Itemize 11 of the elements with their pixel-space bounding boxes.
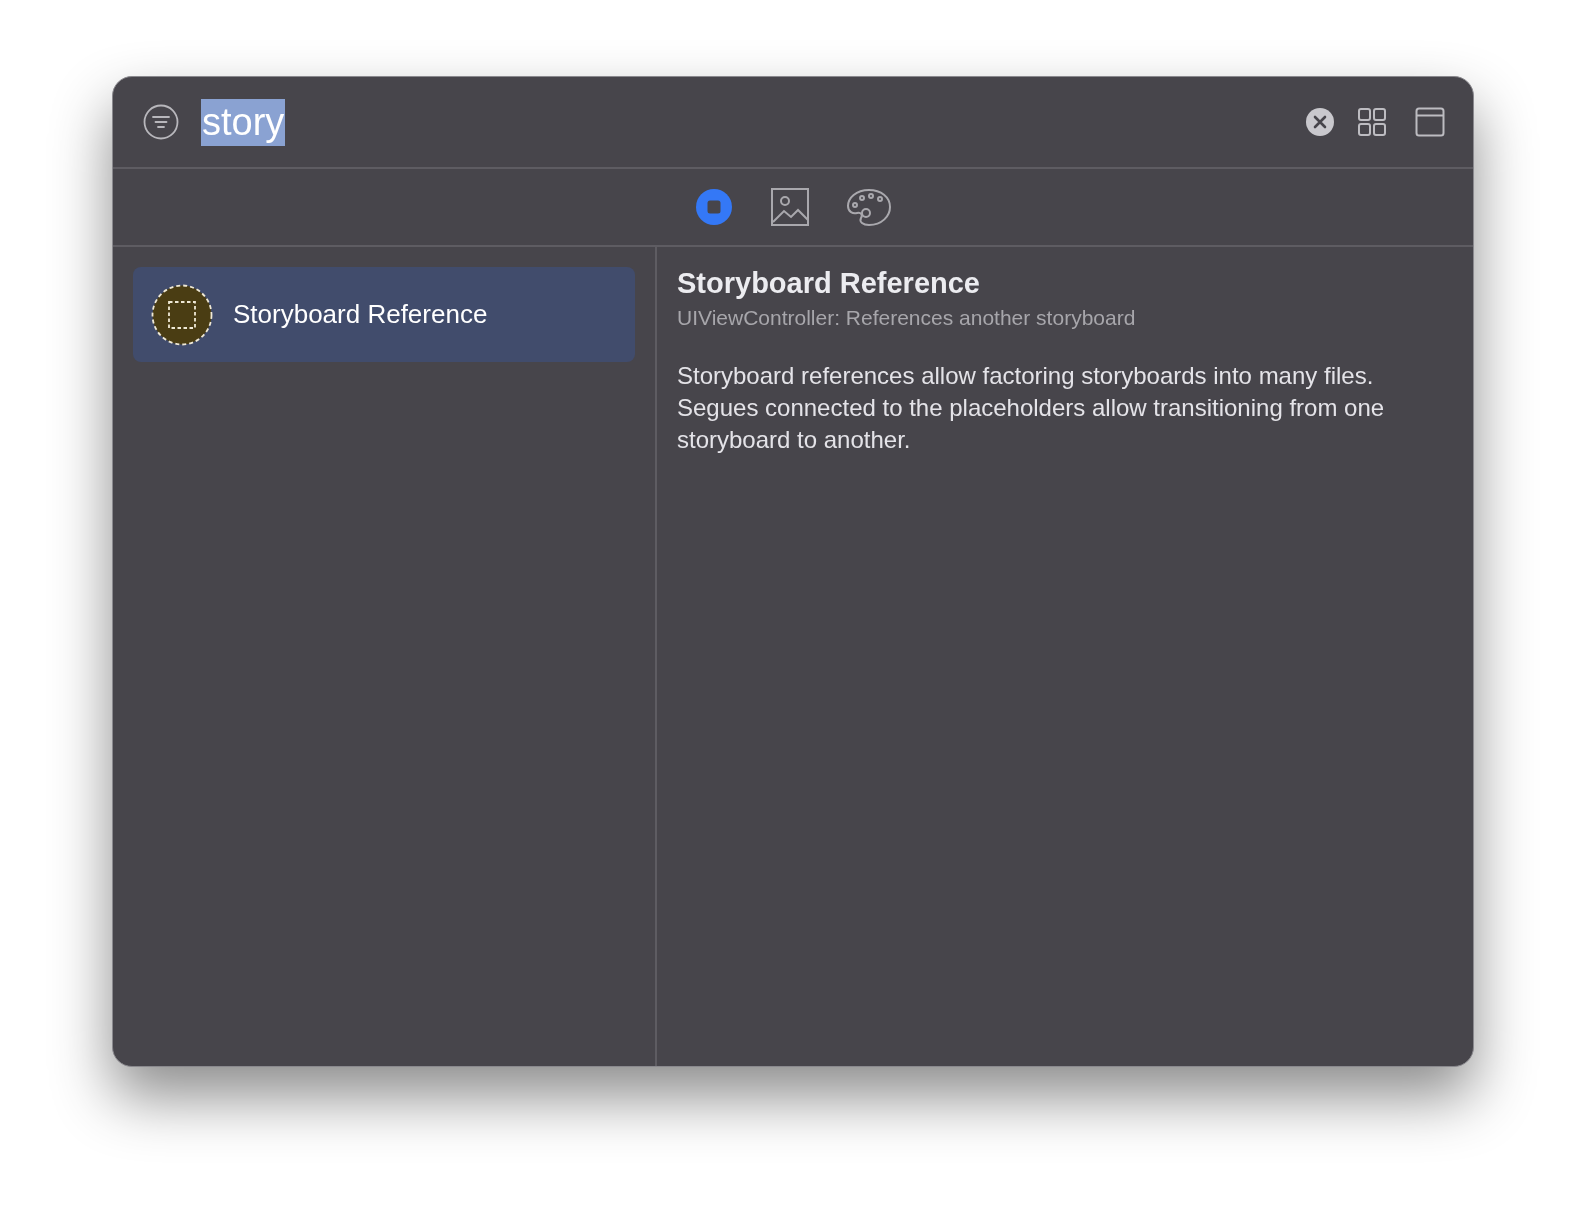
filter-icon[interactable] — [143, 104, 179, 140]
library-item[interactable]: Storyboard Reference — [133, 267, 635, 362]
detail-description: Storyboard references allow factoring storyboards into many files. Segues connected to the placeholders allow transitioning from one storyboard to another. — [677, 361, 1386, 455]
detail-subtitle: UIViewController: References another storyboard — [677, 306, 1137, 330]
media-tab[interactable] — [770, 187, 810, 227]
colors-tab[interactable] — [846, 187, 892, 227]
detail-title: Storyboard Reference — [677, 267, 981, 300]
window-icon[interactable] — [1415, 107, 1445, 137]
storyboard-reference-icon — [151, 283, 213, 346]
clear-icon[interactable] — [1305, 107, 1335, 137]
grid-icon[interactable] — [1357, 107, 1387, 137]
